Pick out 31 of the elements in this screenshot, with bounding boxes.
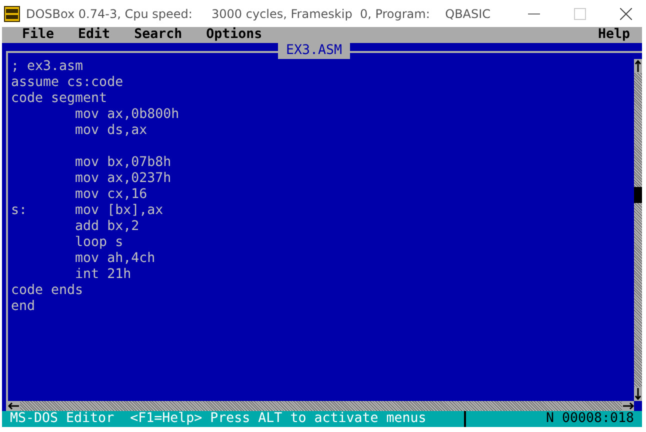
code-line: add bx,2 [74,219,140,235]
code-line: code segment [11,91,108,107]
code-line: ; ex3.asm [11,59,84,75]
up-arrow-icon[interactable] [634,59,642,73]
close-icon[interactable] [620,8,632,20]
right-arrow-icon[interactable] [622,401,634,411]
menu-item[interactable]: Edit [74,27,114,43]
code-line: mov ah,4ch [74,251,156,267]
help-menu[interactable]: Help [594,27,634,43]
status-message: MS-DOS Editor <F1=Help> Press ALT to activate menus [10,411,428,427]
code-line: int 21h [74,267,132,283]
code-line: loop s [74,235,124,251]
menu-item[interactable]: File [18,27,58,43]
code-line: end [11,299,36,315]
code-line: mov cx,16 [74,187,148,203]
menu-item[interactable]: Search [130,27,186,43]
app-icon [4,6,20,22]
down-arrow-icon[interactable] [634,387,642,401]
code-line: code ends [11,283,84,299]
file-title: EX3.ASM [278,43,350,59]
code-line: s: mov [bx],ax [11,203,164,219]
code-line: mov ds,ax [74,123,148,139]
left-arrow-icon[interactable] [8,401,20,411]
scroll-thumb[interactable] [634,187,642,203]
menu-item[interactable]: Options [202,27,266,43]
window-title: DOSBox 0.74-3, Cpu speed: 3000 cycles, Frameskip 0, Program: QBASIC [26,6,492,20]
code-line: assume cs:code [11,75,124,91]
code-line: mov ax,0b800h [74,107,180,123]
cursor-position: N 00008:018 [464,411,642,427]
code-line: mov ax,0237h [74,171,172,187]
code-line: mov bx,07b8h [74,155,172,171]
